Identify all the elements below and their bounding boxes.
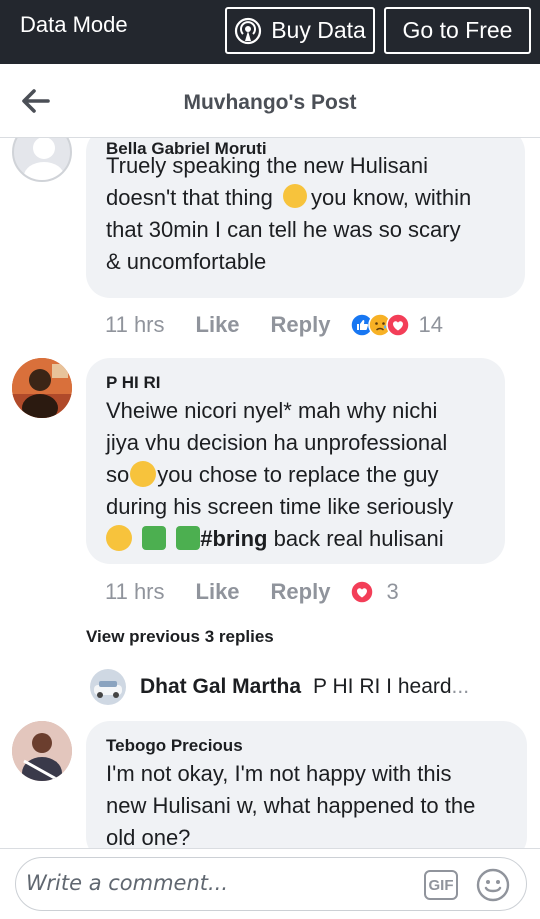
reaction-count: 14 xyxy=(418,312,443,337)
comment-timestamp: 11 hrs xyxy=(105,579,165,604)
buy-data-button[interactable]: Buy Data xyxy=(225,7,375,54)
reply-preview[interactable]: Dhat Gal Martha P HI RI I heard... xyxy=(90,669,469,705)
reply-author[interactable]: Dhat Gal Martha xyxy=(140,675,301,699)
avatar[interactable] xyxy=(12,138,72,182)
litter-bin-emoji-icon xyxy=(142,526,167,550)
comment-bubble: P HI RI Vheiwe nicori nyel* mah why nich… xyxy=(86,358,505,564)
avatar[interactable] xyxy=(12,721,72,781)
comment-line: new Hulisani w, what happened to the xyxy=(106,793,476,818)
profile-photo-icon xyxy=(12,721,72,781)
avatar[interactable] xyxy=(12,358,72,418)
reply-button[interactable]: Reply xyxy=(271,312,331,338)
comment-bubble: Bella Gabriel Moruti Truely speaking the… xyxy=(86,138,525,298)
comment-line: old one? xyxy=(106,825,191,848)
comment-text: Vheiwe nicori nyel* mah why nichi jiya v… xyxy=(106,395,453,555)
love-reaction-icon xyxy=(386,313,411,337)
comment-line: during his screen time like seriously xyxy=(106,494,454,519)
go-to-free-label: Go to Free xyxy=(402,17,513,43)
like-button[interactable]: Like xyxy=(196,312,240,338)
comment-line: & uncomfortable xyxy=(106,249,267,274)
comment-line: I'm not okay, I'm not happy with this xyxy=(106,761,452,786)
comment-author[interactable]: Tebogo Precious xyxy=(106,736,243,756)
comment-line: Truely speaking the new Hulisani xyxy=(106,153,429,178)
ok-hand-emoji-icon xyxy=(283,184,308,208)
like-button[interactable]: Like xyxy=(196,579,240,605)
view-previous-replies-link[interactable]: View previous 3 replies xyxy=(86,627,274,647)
comment-bubble: Tebogo Precious I'm not okay, I'm not ha… xyxy=(86,721,527,848)
comment-text: I'm not okay, I'm not happy with this ne… xyxy=(106,758,475,848)
comment-line: so you chose to replace the guy xyxy=(106,461,439,487)
comment-meta: 11 hrs Like Reply 14 xyxy=(105,312,443,338)
go-to-free-button[interactable]: Go to Free xyxy=(384,7,531,54)
reply-button[interactable]: Reply xyxy=(271,579,331,605)
default-avatar-icon xyxy=(24,138,64,180)
comment-placeholder: Write a comment... xyxy=(26,871,229,895)
data-mode-label: Data Mode xyxy=(20,12,128,37)
comment-line: Vheiwe nicori nyel* mah why nichi xyxy=(106,398,438,423)
comment-line: #bring back real hulisani xyxy=(106,523,453,555)
reply-snippet: P HI RI I heard xyxy=(313,675,452,698)
thinking-emoji-icon xyxy=(106,525,132,551)
reactions-summary[interactable] xyxy=(350,313,411,337)
comment-timestamp: 11 hrs xyxy=(105,312,165,337)
buy-data-label: Buy Data xyxy=(271,17,366,43)
comment-author[interactable]: P HI RI xyxy=(106,373,160,393)
profile-photo-icon xyxy=(12,358,72,418)
love-reaction-icon xyxy=(350,580,375,604)
comment-input[interactable]: Write a comment... GIF xyxy=(15,857,527,911)
comments-list[interactable]: Bella Gabriel Moruti Truely speaking the… xyxy=(0,138,540,848)
data-mode-bar: Data Mode Buy Data Go to Free xyxy=(0,0,540,64)
thinking-emoji-icon xyxy=(130,461,157,487)
gif-icon[interactable]: GIF xyxy=(424,870,458,900)
reply-ellipsis: ... xyxy=(451,675,470,698)
avatar xyxy=(90,669,126,705)
litter-bin-emoji-icon xyxy=(176,526,201,550)
hashtag-link[interactable]: #bring xyxy=(200,526,267,551)
reaction-count: 3 xyxy=(386,579,399,604)
smiley-icon[interactable] xyxy=(476,868,510,902)
comment-line: jiya vhu decision ha unprofessional xyxy=(106,430,448,455)
comment-line: that 30min I can tell he was so scary xyxy=(106,217,461,242)
reactions-summary[interactable] xyxy=(350,580,375,604)
broadcast-icon xyxy=(235,17,262,44)
comment-meta: 11 hrs Like Reply 3 xyxy=(105,579,399,605)
comment-line: doesn't that thing you know, within xyxy=(106,184,472,210)
comment-composer: Write a comment... GIF xyxy=(0,848,540,919)
page-title: Muvhango's Post xyxy=(183,91,357,114)
comment-text: Truely speaking the new Hulisani doesn't… xyxy=(106,150,471,278)
post-header: Muvhango's Post xyxy=(0,64,540,138)
